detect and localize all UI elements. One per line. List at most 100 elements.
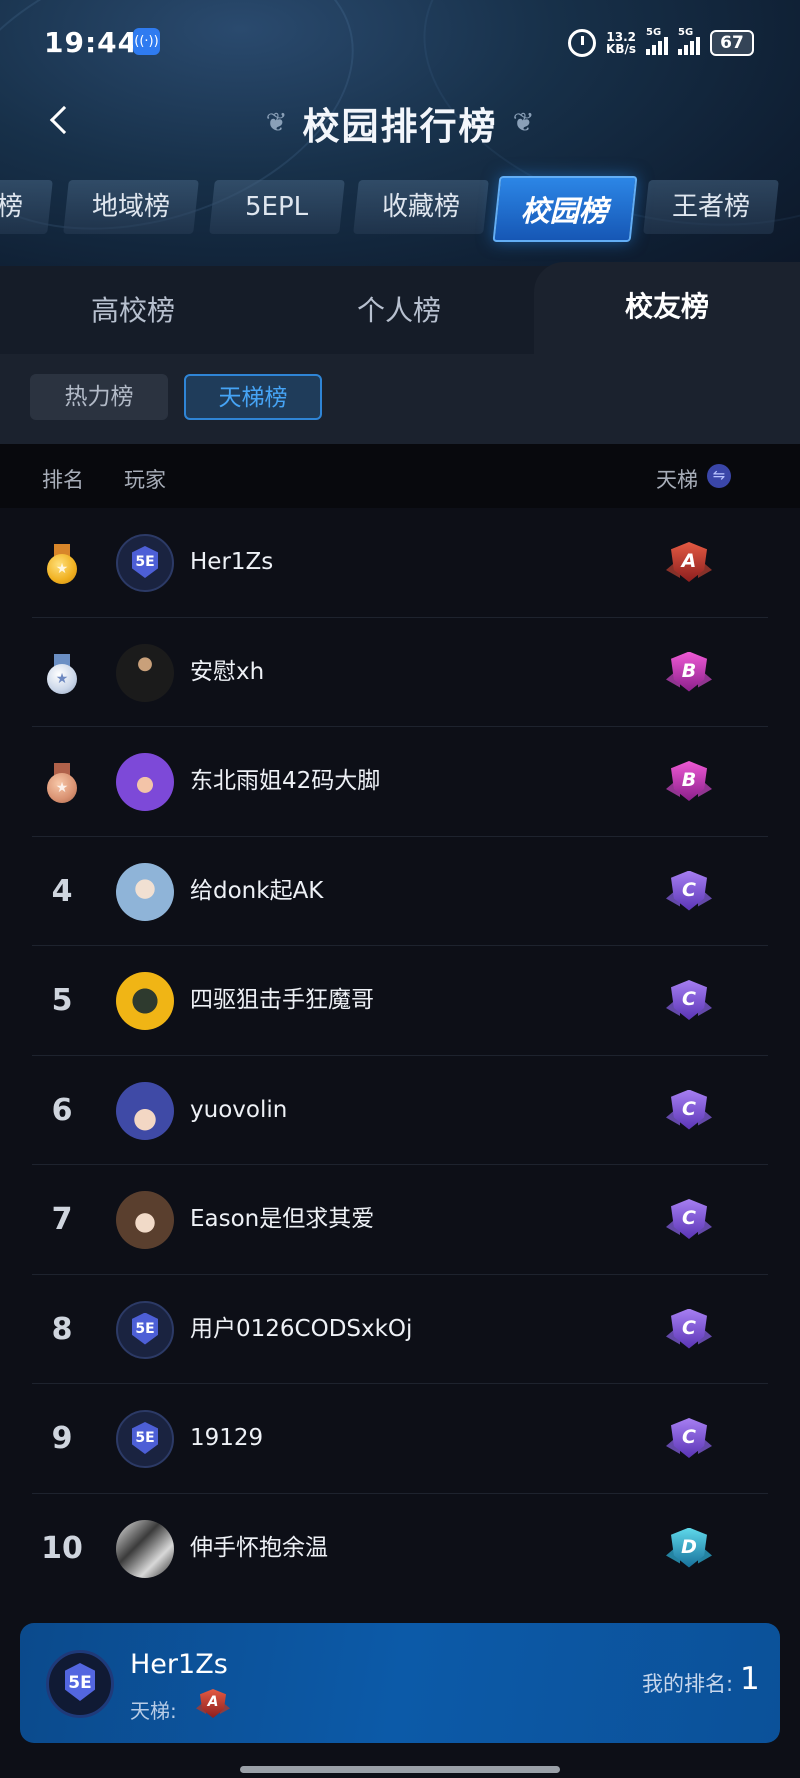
tier-badge-icon: D (666, 1527, 712, 1570)
player-name[interactable]: 东北雨姐42码大脚 (190, 727, 380, 837)
player-name[interactable]: 四驱狙击手狂魔哥 (190, 946, 374, 1056)
tier-letter: C (682, 1316, 696, 1339)
signal-icon: 5G (678, 27, 700, 55)
avatar[interactable] (116, 1410, 174, 1468)
player-name[interactable]: 伸手怀抱余温 (190, 1494, 328, 1604)
table-row[interactable]: ★ 安慰xh B (0, 618, 800, 728)
signal-label: 5G (678, 27, 694, 38)
avatar[interactable] (116, 643, 174, 702)
tier-badge-icon: C (666, 1199, 712, 1241)
tab-partial[interactable]: 榜 (0, 180, 53, 234)
rank-number: 10 (41, 1530, 83, 1566)
tab-king[interactable]: 王者榜 (643, 180, 779, 234)
radio-icon: ((·)) (133, 28, 160, 55)
tier-letter: B (681, 659, 697, 682)
rank-list: ★ Her1Zs A ★ 安慰xh B ★ 东北雨姐42码大脚 B 4 给don… (0, 508, 800, 1603)
network-speed-unit: KB/s (606, 42, 636, 56)
tab-5epl[interactable]: 5EPL (209, 180, 345, 234)
sub-tabs: 高校榜 个人榜 校友榜 (0, 262, 800, 358)
tier-letter: A (681, 550, 697, 572)
signal-icon: 5G (646, 27, 668, 55)
network-speed: 13.2 KB/s (606, 31, 636, 55)
table-row[interactable]: ★ 东北雨姐42码大脚 B (0, 727, 800, 837)
status-bar: 19:44 ((·)) 13.2 KB/s 5G 5G 67 (0, 0, 800, 86)
avatar[interactable] (116, 1519, 174, 1578)
column-player: 玩家 (124, 468, 166, 492)
player-name[interactable]: Her1Zs (190, 508, 273, 618)
tier-badge-icon: C (666, 1089, 712, 1132)
table-row[interactable]: ★ Her1Zs A (0, 508, 800, 618)
tier-badge-icon: C (666, 870, 712, 913)
player-name[interactable]: 安慰xh (190, 618, 264, 728)
my-rank-card[interactable]: Her1Zs 天梯: A 我的排名: 1 (20, 1623, 780, 1743)
subtab-alumni[interactable]: 校友榜 (534, 262, 800, 358)
avatar[interactable] (116, 862, 174, 921)
my-rank-label: 我的排名: (642, 1672, 734, 1696)
my-rank-value: 1 (740, 1661, 760, 1697)
bronze-medal-icon: ★ (47, 763, 77, 803)
avatar[interactable] (116, 753, 174, 811)
laurel-left-icon: ❦ (265, 108, 288, 138)
status-time: 19:44 (44, 26, 139, 59)
avatar[interactable] (116, 1300, 174, 1359)
tier-letter: A (207, 1694, 219, 1710)
alarm-icon (568, 29, 597, 57)
table-row[interactable]: 9 19129 C (0, 1384, 800, 1494)
tier-letter: D (681, 1535, 697, 1558)
subtab-universities[interactable]: 高校榜 (0, 266, 266, 358)
player-name[interactable]: 19129 (190, 1384, 263, 1494)
player-name[interactable]: yuovolin (190, 1056, 287, 1166)
filter-bar: 热力榜 天梯榜 (0, 354, 800, 444)
tier-badge-icon: B (666, 651, 712, 694)
player-name[interactable]: Eason是但求其爱 (190, 1165, 374, 1275)
tier-badge-icon: A (196, 1689, 230, 1719)
tier-letter: C (682, 878, 696, 901)
filter-ladder[interactable]: 天梯榜 (184, 374, 322, 420)
home-indicator[interactable] (240, 1766, 560, 1773)
subtab-personal[interactable]: 个人榜 (266, 266, 532, 358)
category-tabs: 榜 地域榜 5EPL 收藏榜 校园榜 王者榜 (0, 176, 800, 242)
table-row[interactable]: 10 伸手怀抱余温 D (0, 1494, 800, 1604)
table-row[interactable]: 6 yuovolin C (0, 1056, 800, 1166)
avatar[interactable] (116, 1081, 174, 1140)
player-name[interactable]: 用户0126CODSxkOj (190, 1275, 412, 1385)
column-rank: 排名 (42, 468, 84, 492)
tier-badge-icon: A (666, 542, 712, 584)
rank-number: 8 (51, 1311, 73, 1347)
avatar[interactable] (116, 534, 174, 592)
tier-badge-icon: C (666, 1418, 712, 1460)
tab-campus[interactable]: 校园榜 (492, 176, 638, 242)
avatar[interactable] (116, 972, 174, 1030)
tier-letter: B (681, 769, 697, 791)
gold-medal-icon: ★ (47, 544, 77, 584)
page-title: 校园排行榜 (302, 105, 498, 148)
filter-heat[interactable]: 热力榜 (30, 374, 168, 420)
page-header: ❦ 校园排行榜 ❦ (0, 96, 800, 150)
swap-icon[interactable]: ⇋ (707, 464, 731, 488)
rank-number: 6 (51, 1092, 73, 1128)
tier-letter: C (682, 1207, 696, 1229)
laurel-right-icon: ❦ (512, 108, 535, 138)
tier-badge-icon: C (666, 1308, 712, 1351)
my-ladder-label: 天梯: (130, 1699, 177, 1723)
tab-favorites[interactable]: 收藏榜 (353, 180, 489, 234)
rank-number: 5 (51, 983, 73, 1018)
table-row[interactable]: 5 四驱狙击手狂魔哥 C (0, 946, 800, 1056)
tab-regional[interactable]: 地域榜 (63, 180, 199, 234)
silver-medal-icon: ★ (47, 653, 77, 694)
player-name[interactable]: 给donk起AK (190, 837, 323, 947)
column-header: 排名 玩家 天梯 ⇋ (0, 444, 800, 508)
tier-letter: C (682, 1426, 696, 1448)
battery-indicator: 67 (710, 30, 754, 56)
rank-number: 9 (51, 1421, 73, 1456)
tier-badge-icon: B (666, 761, 712, 803)
status-indicators: 13.2 KB/s 5G 5G 67 (568, 27, 754, 58)
signal-label: 5G (646, 27, 662, 38)
avatar[interactable] (116, 1191, 174, 1249)
column-ladder[interactable]: 天梯 (656, 464, 698, 494)
table-row[interactable]: 8 用户0126CODSxkOj C (0, 1275, 800, 1385)
rank-number: 4 (51, 873, 73, 909)
table-row[interactable]: 7 Eason是但求其爱 C (0, 1165, 800, 1275)
avatar (46, 1650, 114, 1718)
table-row[interactable]: 4 给donk起AK C (0, 837, 800, 947)
